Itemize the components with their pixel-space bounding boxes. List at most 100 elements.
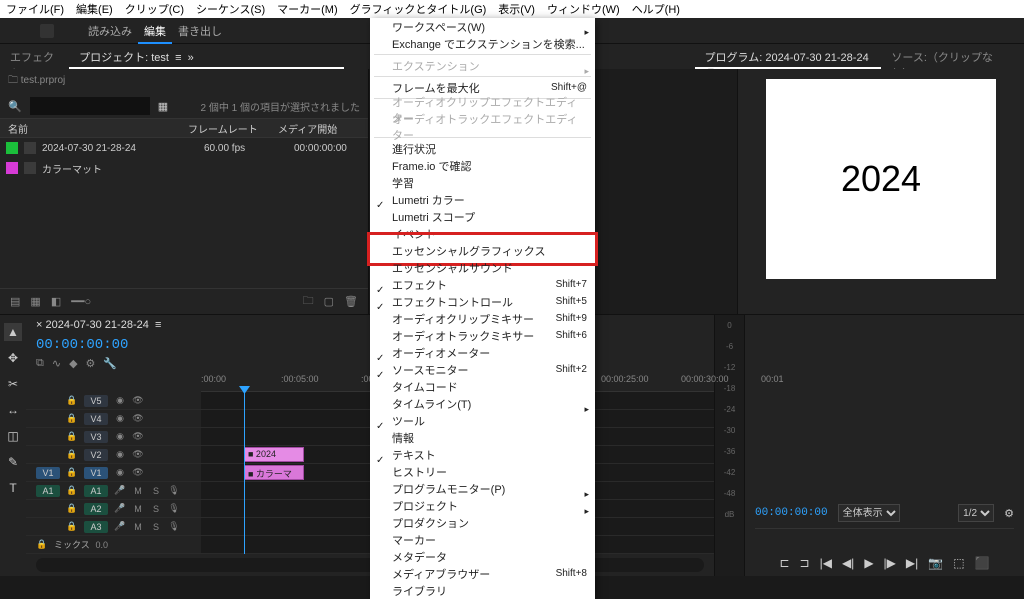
tool-button[interactable]: ✎ xyxy=(4,453,22,471)
toggle-output-icon[interactable]: ◉ xyxy=(114,431,126,443)
menu-item[interactable]: ヒストリー xyxy=(370,463,595,480)
list-view-icon[interactable]: ▤ xyxy=(10,295,20,308)
menu-シーケンス(S)[interactable]: シーケンス(S) xyxy=(196,1,265,17)
resolution-select[interactable]: 1/2 xyxy=(958,504,994,522)
lock-icon[interactable]: 🔒 xyxy=(66,449,78,461)
project-search-input[interactable] xyxy=(30,97,150,115)
step-fwd-button[interactable]: |▶ xyxy=(884,556,896,570)
menu-ヘルプ(H)[interactable]: ヘルプ(H) xyxy=(632,1,680,17)
menu-item[interactable]: 学習 xyxy=(370,174,595,191)
menu-item[interactable]: Exchange でエクステンションを検索... xyxy=(370,35,595,52)
menu-item[interactable]: エフェクトShift+7 xyxy=(370,276,595,293)
menu-クリップ(C)[interactable]: クリップ(C) xyxy=(125,1,184,17)
menu-item[interactable]: ソースモニターShift+2 xyxy=(370,361,595,378)
wrench-icon[interactable]: 🔧 xyxy=(103,357,117,370)
voice-icon[interactable]: 🎙 xyxy=(168,485,180,497)
lock-icon[interactable]: 🔒 xyxy=(66,413,78,425)
menu-item[interactable]: プロジェクト xyxy=(370,497,595,514)
tool-button[interactable]: ↔ xyxy=(4,401,22,419)
step-back-button[interactable]: ◀| xyxy=(842,556,854,570)
lock-icon[interactable]: 🔒 xyxy=(66,485,78,497)
track-label[interactable]: V2 xyxy=(84,449,108,461)
toggle-output-icon[interactable]: ◉ xyxy=(114,395,126,407)
track-label[interactable]: V3 xyxy=(84,431,108,443)
lock-icon[interactable]: 🔒 xyxy=(66,431,78,443)
source-patch[interactable]: V1 xyxy=(36,467,60,479)
menu-item[interactable]: マーカー xyxy=(370,531,595,548)
menu-表示(V)[interactable]: 表示(V) xyxy=(498,1,535,17)
tool-button[interactable]: ◫ xyxy=(4,427,22,445)
track-label[interactable]: V1 xyxy=(84,467,108,479)
mute-icon[interactable]: 🎤 xyxy=(114,485,126,497)
menu-item[interactable]: Lumetri カラー xyxy=(370,191,595,208)
fit-select[interactable]: 全体表示 xyxy=(838,504,900,522)
source-patch[interactable]: A1 xyxy=(36,485,60,497)
track-label[interactable]: A1 xyxy=(84,485,108,497)
bin-icon[interactable]: ▦ xyxy=(158,100,170,112)
eye-icon[interactable]: 👁 xyxy=(132,449,144,461)
settings-icon[interactable]: ⚙ xyxy=(86,357,96,370)
menu-item[interactable]: オーディオクリップミキサーShift+9 xyxy=(370,310,595,327)
mark-in-button[interactable]: ⊏ xyxy=(779,556,789,570)
clip[interactable]: ■ 2024 xyxy=(244,447,304,462)
freeform-icon[interactable]: ◧ xyxy=(51,295,61,308)
col-start[interactable]: メディア開始 xyxy=(270,121,368,136)
project-tab[interactable]: プロジェクト: test ≡ » xyxy=(69,44,344,69)
settings-icon[interactable]: ⚙ xyxy=(1004,507,1014,520)
toggle-output-icon[interactable]: ◉ xyxy=(114,467,126,479)
lift-button[interactable]: ⬚ xyxy=(953,556,964,570)
next-button[interactable]: ▶| xyxy=(906,556,918,570)
menu-item[interactable]: テキスト xyxy=(370,446,595,463)
program-ruler[interactable] xyxy=(755,528,1014,550)
track-label[interactable]: A3 xyxy=(84,521,108,533)
menu-item[interactable]: ライブラリ xyxy=(370,582,595,599)
menu-item[interactable]: エッセンシャルサウンド xyxy=(370,259,595,276)
workspace-tab[interactable]: 編集 xyxy=(138,22,172,44)
link-icon[interactable]: ∿ xyxy=(52,357,61,370)
menubar[interactable]: ファイル(F)編集(E)クリップ(C)シーケンス(S)マーカー(M)グラフィック… xyxy=(0,0,1024,18)
project-item[interactable]: カラーマット xyxy=(0,158,368,178)
menu-item[interactable]: Lumetri スコープ xyxy=(370,208,595,225)
toggle-output-icon[interactable]: ◉ xyxy=(114,449,126,461)
overwrite-button[interactable]: ⬛ xyxy=(975,556,990,570)
voice-icon[interactable]: 🎙 xyxy=(168,521,180,533)
icon-view-icon[interactable]: ▦ xyxy=(30,295,40,308)
toggle-output-icon[interactable]: ◉ xyxy=(114,413,126,425)
lock-icon[interactable]: 🔒 xyxy=(66,521,78,533)
effects-tab[interactable]: エフェクト xyxy=(0,44,69,69)
lock-icon[interactable]: 🔒 xyxy=(66,395,78,407)
window-menu[interactable]: ワークスペース(W)Exchange でエクステンションを検索...エクステンシ… xyxy=(370,18,595,599)
menu-item[interactable]: プログラムモニター(P) xyxy=(370,480,595,497)
menu-item[interactable]: 情報 xyxy=(370,429,595,446)
menu-item[interactable]: オーディオトラックミキサーShift+6 xyxy=(370,327,595,344)
workspace-tab[interactable]: 読み込み xyxy=(82,22,138,42)
tool-button[interactable]: T xyxy=(4,479,22,497)
program-monitor[interactable]: 2024 xyxy=(766,79,996,279)
new-item-icon[interactable]: ▢ xyxy=(324,295,334,308)
menu-item[interactable]: イベント xyxy=(370,225,595,242)
program-timecode[interactable]: 00:00:00:00 xyxy=(755,507,828,519)
menu-ウィンドウ(W)[interactable]: ウィンドウ(W) xyxy=(547,1,620,17)
menu-item[interactable]: エッセンシャルグラフィックス xyxy=(370,242,595,259)
playhead[interactable] xyxy=(244,392,245,554)
track-label[interactable]: A2 xyxy=(84,503,108,515)
eye-icon[interactable]: 👁 xyxy=(132,431,144,443)
source-empty-tab[interactable]: ソース:（クリップなし） xyxy=(881,44,1018,69)
mute-icon[interactable]: 🎤 xyxy=(114,521,126,533)
eye-icon[interactable]: 👁 xyxy=(132,413,144,425)
new-bin-icon[interactable]: 🗀 xyxy=(303,292,314,311)
track-label[interactable]: V4 xyxy=(84,413,108,425)
col-name[interactable]: 名前 xyxy=(0,121,180,136)
menu-item[interactable]: タイムコード xyxy=(370,378,595,395)
prev-button[interactable]: |◀ xyxy=(820,556,832,570)
home-icon[interactable] xyxy=(40,24,54,38)
eye-icon[interactable]: 👁 xyxy=(132,395,144,407)
menu-item[interactable]: メディアブラウザーShift+8 xyxy=(370,565,595,582)
lock-icon[interactable]: 🔒 xyxy=(66,467,78,479)
tool-button[interactable]: ✥ xyxy=(4,349,22,367)
menu-編集(E)[interactable]: 編集(E) xyxy=(76,1,113,17)
menu-item[interactable]: プロダクション xyxy=(370,514,595,531)
menu-item[interactable]: 進行状況 xyxy=(370,140,595,157)
menu-ファイル(F)[interactable]: ファイル(F) xyxy=(6,1,64,17)
snap-icon[interactable]: ⧉ xyxy=(36,357,44,370)
